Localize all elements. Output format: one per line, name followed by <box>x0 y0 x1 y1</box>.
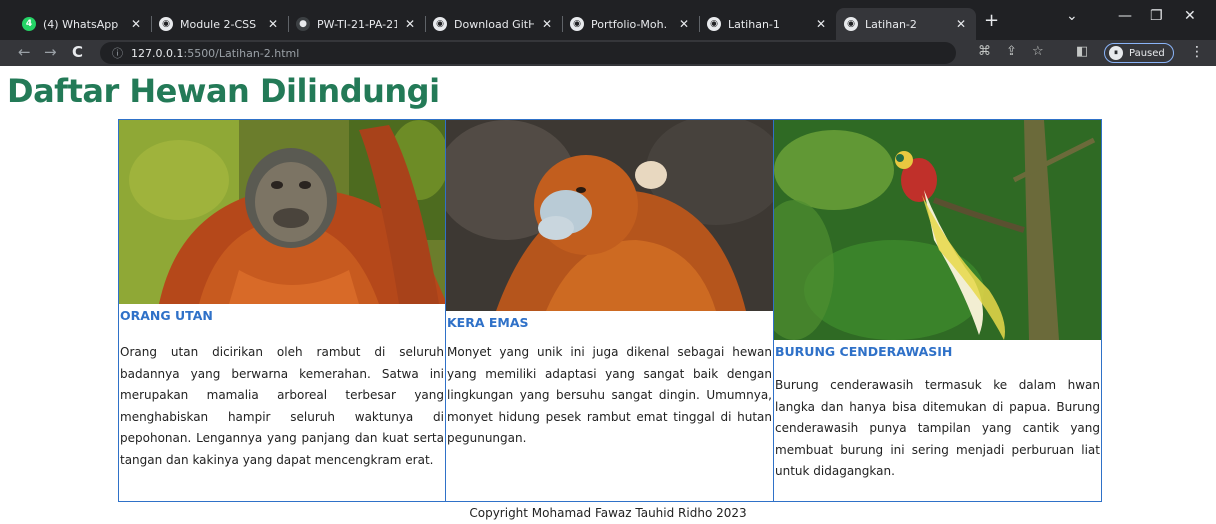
share-icon[interactable]: ⇪ <box>1006 44 1017 59</box>
close-icon[interactable]: ✕ <box>266 17 280 31</box>
github-icon: ● <box>296 17 310 31</box>
avatar: ⏸ <box>1109 46 1123 60</box>
close-icon[interactable]: ✕ <box>129 17 143 31</box>
restore-button[interactable]: ❐ <box>1150 8 1163 24</box>
golden-monkey-image <box>446 120 773 311</box>
address-bar[interactable]: ⓘ 127.0.0.1:5500/Latihan-2.html <box>100 42 956 64</box>
animal-card: KERA EMAS Monyet yang unik ini juga dike… <box>445 119 774 502</box>
window-close-button[interactable]: ✕ <box>1184 8 1196 24</box>
tab-whatsapp[interactable]: 4 (4) WhatsApp ✕ <box>14 8 151 40</box>
side-panel-icon[interactable]: ◧ <box>1076 44 1088 59</box>
card-description: Monyet yang unik ini juga dikenal sebaga… <box>447 345 772 445</box>
globe-icon: ◉ <box>159 17 173 31</box>
close-icon[interactable]: ✕ <box>403 17 417 31</box>
tab-module[interactable]: ◉ Module 2-CSS In ✕ <box>151 8 288 40</box>
menu-dots-icon[interactable]: ⋮ <box>1190 44 1204 60</box>
translate-icon[interactable]: ⌘ <box>978 44 991 59</box>
tab-download-github[interactable]: ◉ Download GitHu ✕ <box>425 8 562 40</box>
tab-label: Latihan-2 <box>865 17 917 31</box>
page-title: Daftar Hewan Dilindungi <box>7 72 440 110</box>
bird-of-paradise-image <box>774 120 1101 340</box>
card-description: Orang utan dicirikan oleh rambut di selu… <box>120 345 444 467</box>
profile-button[interactable]: ⏸ Paused <box>1104 43 1174 63</box>
tab-search-icon[interactable]: ⌄ <box>1066 8 1078 24</box>
animal-card-grid: ORANG UTAN Orang utan dicirikan oleh ram… <box>118 119 1102 502</box>
tab-label: Latihan-1 <box>728 17 780 31</box>
globe-icon: ◉ <box>570 17 584 31</box>
globe-icon: ◉ <box>707 17 721 31</box>
tab-latihan-1[interactable]: ◉ Latihan-1 ✕ <box>699 8 836 40</box>
animal-card: ORANG UTAN Orang utan dicirikan oleh ram… <box>118 119 446 502</box>
tab-label: Module 2-CSS In <box>180 17 260 31</box>
tab-label: (4) WhatsApp <box>43 17 119 31</box>
card-description: Burung cenderawasih termasuk ke dalam hw… <box>775 378 1100 478</box>
tab-portfolio[interactable]: ◉ Portfolio-Moh. Fa ✕ <box>562 8 699 40</box>
footer-copyright: Copyright Mohamad Fawaz Tauhid Ridho 202… <box>469 506 747 520</box>
close-icon[interactable]: ✕ <box>540 17 554 31</box>
card-title: KERA EMAS <box>447 315 529 330</box>
info-icon[interactable]: ⓘ <box>112 45 123 61</box>
animal-card: BURUNG CENDERAWASIH Burung cenderawasih … <box>773 119 1102 502</box>
minimize-button[interactable]: — <box>1118 8 1132 24</box>
back-arrow-icon[interactable]: ← <box>18 43 31 61</box>
close-icon[interactable]: ✕ <box>954 17 968 31</box>
new-tab-button[interactable]: + <box>984 10 999 31</box>
globe-icon: ◉ <box>844 17 858 31</box>
reload-icon[interactable]: C <box>72 43 83 61</box>
card-title: BURUNG CENDERAWASIH <box>775 344 953 359</box>
orangutan-image <box>119 120 445 304</box>
card-title: ORANG UTAN <box>120 308 213 323</box>
forward-arrow-icon[interactable]: → <box>44 43 57 61</box>
whatsapp-icon: 4 <box>22 17 36 31</box>
url-host: 127.0.0.1 <box>131 46 184 60</box>
tab-label: Download GitHu <box>454 17 534 31</box>
browser-tab-strip: 4 (4) WhatsApp ✕ ◉ Module 2-CSS In ✕ ● P… <box>0 0 1216 40</box>
tab-label: Portfolio-Moh. Fa <box>591 17 671 31</box>
profile-status: Paused <box>1129 47 1165 59</box>
tab-latihan-2[interactable]: ◉ Latihan-2 ✕ <box>836 8 976 40</box>
bookmark-star-icon[interactable]: ☆ <box>1032 44 1044 59</box>
tab-pw[interactable]: ● PW-TI-21-PA-212 ✕ <box>288 8 425 40</box>
url-path: :5500/Latihan-2.html <box>183 46 300 60</box>
tab-label: PW-TI-21-PA-212 <box>317 17 397 31</box>
globe-icon: ◉ <box>433 17 447 31</box>
close-icon[interactable]: ✕ <box>814 17 828 31</box>
close-icon[interactable]: ✕ <box>677 17 691 31</box>
browser-toolbar: ← → C ⓘ 127.0.0.1:5500/Latihan-2.html ⌘ … <box>0 40 1216 66</box>
